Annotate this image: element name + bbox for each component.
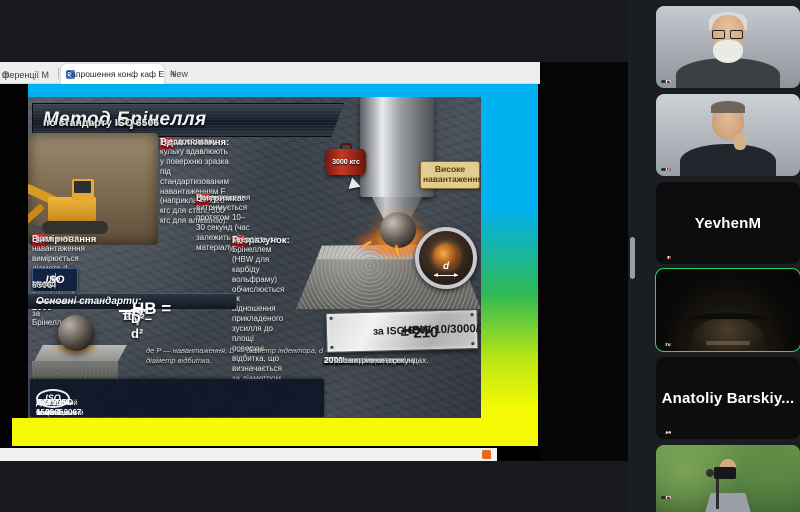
- excavator-photo: [28, 133, 158, 245]
- infographic: Метод Брінелля по стандарту ISO 6506: [28, 97, 481, 418]
- screw: [471, 342, 474, 345]
- legend-item: 20 — час витримки в секундах.: [324, 355, 428, 366]
- slide-top-margin: [28, 84, 481, 97]
- weight-3000kgf: 3000 кгс: [326, 149, 366, 175]
- participant-name-label: Ігор Пімонов: [661, 168, 671, 171]
- browser-tab-active[interactable]: Запрошення конф каф ЕВСБДМ ХН: [61, 64, 164, 84]
- iso-standard-badge: ISO ISO 6506-1: 2005 Метод визначення тв…: [32, 265, 232, 295]
- viewer-brand-icon[interactable]: [482, 450, 491, 459]
- screw: [330, 317, 333, 320]
- diameter-arrow: [434, 275, 458, 276]
- participant-tile[interactable]: YevhenM YevhenM: [656, 182, 800, 264]
- participants-panel: Володимир СУПОНЄВ Ігор Пімонов YevhenM Y…: [628, 0, 800, 512]
- standards-box: ISO ISO 6506-1: 2005 Метод визначення тв…: [30, 379, 324, 417]
- participant-center-name: YevhenM: [656, 182, 800, 264]
- participant-tile-active-speaker[interactable]: Мариновський Микола: [656, 269, 800, 351]
- excavator-window: [74, 181, 91, 193]
- tab-close-icon[interactable]: ✕: [3, 70, 10, 79]
- participant-video: [656, 6, 800, 88]
- participant-tile[interactable]: Ігор Пімонов: [656, 94, 800, 176]
- diameter-label: d: [443, 261, 449, 272]
- participant-video: [656, 269, 800, 351]
- browser-content: Метод Брінелля по стандарту ISO 6506: [0, 84, 540, 448]
- infographic-subtitle: по стандарту ISO 6506: [43, 117, 159, 131]
- tab-separator: [58, 68, 59, 79]
- browser-tab-inactive[interactable]: ференції М ✕: [0, 65, 58, 84]
- participant-name-label: Володимир СУПОНЄВ: [661, 80, 671, 83]
- participant-center-name: Anatoliy Barskiy...: [656, 357, 800, 439]
- participant-name-label: YevhenM: [661, 256, 671, 259]
- participant-video: [656, 94, 800, 176]
- shared-browser-window: ференції М ✕ Запрошення конф каф ЕВСБДМ …: [0, 62, 540, 461]
- letterbox-right: [540, 62, 628, 461]
- anvil-front: [32, 361, 118, 381]
- slide-gradient-margin: [481, 84, 538, 446]
- screw: [330, 346, 333, 349]
- participant-name-label: Мариновський Микола: [661, 343, 671, 346]
- anvil-ball-illustration: [32, 311, 128, 385]
- anvil-sphere: [58, 315, 94, 351]
- slide-bottom-margin: [12, 418, 538, 446]
- excavator-tracks: [42, 221, 108, 234]
- magnifier-detail: d: [415, 227, 477, 289]
- divider-line: [36, 301, 116, 303]
- participant-name-label: Anatoliy Barskiy (Анат: [661, 431, 671, 434]
- new-tab-label: New: [170, 69, 188, 79]
- tab-label: Запрошення конф каф ЕВСБДМ ХН: [66, 69, 164, 79]
- panel-scrollbar[interactable]: [630, 237, 635, 279]
- viewer-toolbar: ‹ ☰ ›: [0, 448, 497, 461]
- participant-tile[interactable]: Володимир СУПОНЄВ: [656, 6, 800, 88]
- screw: [471, 313, 474, 316]
- formula-note: де P — навантаження, D — діаметр інденто…: [146, 346, 336, 366]
- hardness-value-plate: = 210 HBW 10/3000/20 за ISO 6506: [326, 309, 479, 353]
- high-load-label: Високе навантаження: [420, 161, 480, 189]
- participant-video: [656, 445, 800, 512]
- browser-tab-bar: ференції М ✕ Запрошення конф каф ЕВСБДМ …: [0, 62, 540, 84]
- zoom-app-window: ференції М ✕ Запрошення конф каф ЕВСБДМ …: [0, 0, 800, 512]
- indenter-ball: [380, 212, 416, 248]
- excavator-arm: [28, 203, 45, 226]
- participant-tile[interactable]: Вячеслав Наволоков: [656, 445, 800, 512]
- participant-name-label: Вячеслав Наволоков: [661, 496, 671, 499]
- participant-tile[interactable]: Anatoliy Barskiy... Anatoliy Barskiy (Ан…: [656, 357, 800, 439]
